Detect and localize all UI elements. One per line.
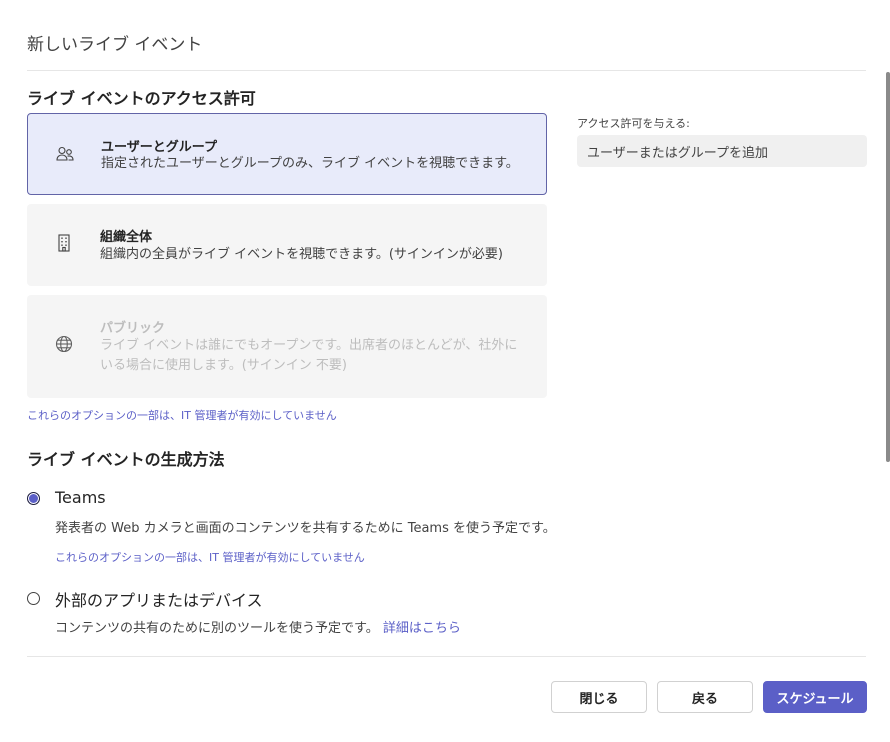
radio-teams-label[interactable]: Teams [55,488,106,507]
card-title: ユーザーとグループ [101,140,217,155]
radio-teams[interactable] [27,492,40,505]
access-heading: ライブ イベントのアクセス許可 [27,89,256,108]
card-description: 組織内の全員がライブ イベントを視聴できます。(サインインが必要) [100,247,503,262]
divider [27,656,866,657]
production-heading: ライブ イベントの生成方法 [27,450,225,469]
dialog-title: 新しいライブ イベント [27,35,203,55]
card-description: ライブ イベントは誰にでもオープンです。出席者のほとんどが、社外にいる場合に使用… [100,338,518,373]
policy-note: これらのオプションの一部は、IT 管理者が有効にしていません [55,551,365,564]
card-title: パブリック [100,321,166,336]
close-button[interactable]: 閉じる [551,681,647,713]
people-icon [54,143,76,165]
back-button[interactable]: 戻る [657,681,753,713]
schedule-button[interactable]: スケジュール [763,681,867,713]
access-option-org-wide[interactable]: 組織全体 組織内の全員がライブ イベントを視聴できます。(サインインが必要) [27,204,547,286]
globe-icon [53,333,75,355]
grant-access-label: アクセス許可を与える: [577,117,690,130]
learn-more-link[interactable]: 詳細はこちら [383,621,461,636]
add-user-or-group-input[interactable]: ユーザーまたはグループを追加 [577,135,867,167]
divider [27,70,866,71]
policy-note: これらのオプションの一部は、IT 管理者が有効にしていません [27,409,337,422]
access-option-users-groups[interactable]: ユーザーとグループ 指定されたユーザーとグループのみ、ライブ イベントを視聴でき… [27,113,547,195]
scrollbar[interactable] [886,72,890,462]
radio-teams-description: 発表者の Web カメラと画面のコンテンツを共有するために Teams を使う予… [55,521,556,536]
radio-external-label[interactable]: 外部のアプリまたはデバイス [55,587,263,611]
building-icon [53,232,75,254]
access-option-public: パブリック ライブ イベントは誰にでもオープンです。出席者のほとんどが、社外にい… [27,295,547,398]
radio-external-description: コンテンツの共有のために別のツールを使う予定です。 詳細はこちら [55,617,461,636]
radio-external-text: コンテンツの共有のために別のツールを使う予定です。 [55,621,379,636]
card-description: 指定されたユーザーとグループのみ、ライブ イベントを視聴できます。 [101,156,519,171]
card-title: 組織全体 [100,230,153,245]
radio-external[interactable] [27,592,40,605]
